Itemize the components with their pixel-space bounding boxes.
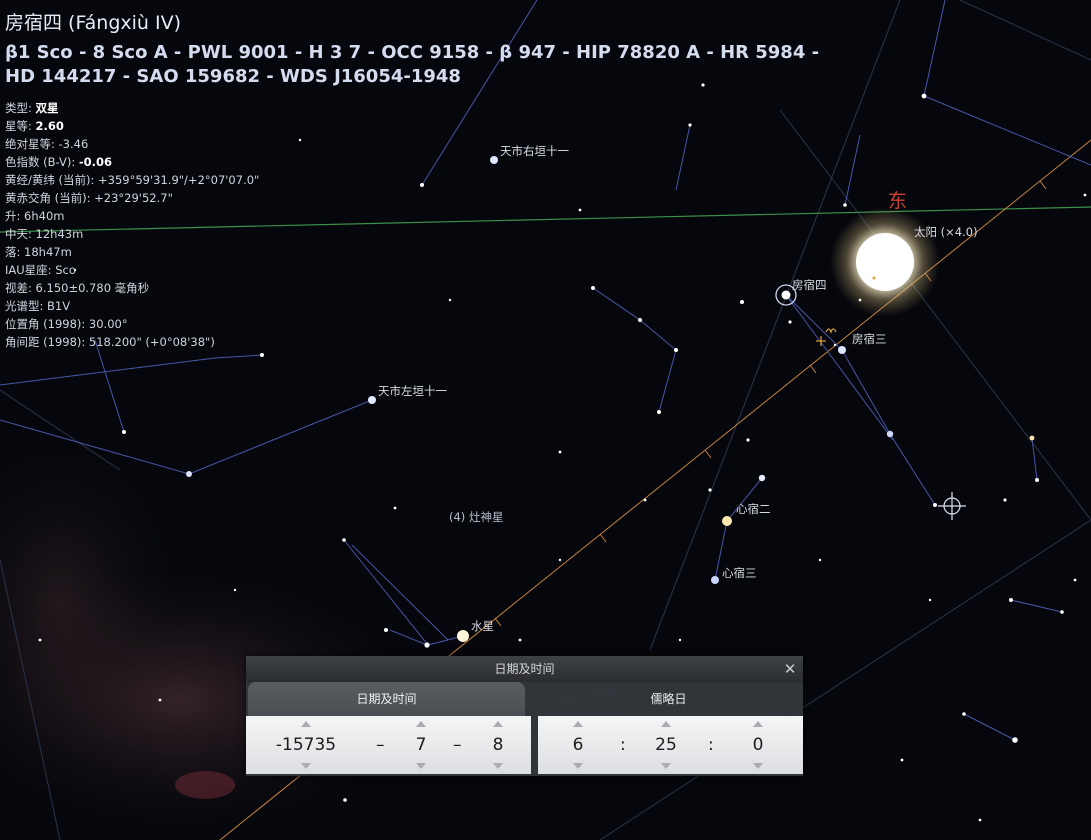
fang3-label: 房宿三 [852, 332, 887, 346]
transit-time: 中天: 12h43m [5, 227, 84, 241]
second-down-arrow-icon[interactable] [753, 763, 763, 769]
minute-up-arrow-icon[interactable] [661, 721, 671, 727]
color-index-line: 色指数 (B-V): -0.06 [5, 153, 835, 171]
day-spinner[interactable]: 8 [478, 716, 518, 774]
nebula-patch [175, 771, 235, 799]
set-time: 落: 18h47m [5, 245, 72, 259]
type-label: 类型: [5, 101, 36, 115]
year-down-arrow-icon[interactable] [301, 763, 311, 769]
mercury-label: 水星 [471, 619, 494, 633]
dialog-titlebar[interactable]: 日期及时间 ✕ [246, 656, 803, 682]
year-spinner[interactable]: -15735 [266, 716, 346, 774]
date-separator: – [453, 735, 462, 755]
date-separator: – [376, 735, 385, 755]
month-value[interactable]: 7 [401, 735, 441, 755]
dialog-tabs: 日期及时间 儒略日 [246, 682, 803, 716]
second-up-arrow-icon[interactable] [753, 721, 763, 727]
xin3-label: 心宿三 [722, 566, 757, 580]
day-up-arrow-icon[interactable] [493, 721, 503, 727]
magnitude-label: 星等: [5, 119, 36, 133]
month-up-arrow-icon[interactable] [416, 721, 426, 727]
second-spinner[interactable]: 0 [738, 716, 778, 774]
minute-value[interactable]: 25 [646, 735, 686, 755]
time-separator: : [620, 735, 626, 755]
hour-up-arrow-icon[interactable] [573, 721, 583, 727]
sun[interactable] [856, 233, 914, 291]
tianshi-left-label: 天市左垣十一 [378, 384, 447, 398]
month-spinner[interactable]: 7 [401, 716, 441, 774]
object-info-panel: 房宿四 (Fángxiù IV) β1 Sco - 8 Sco A - PWL … [5, 8, 835, 351]
position-angle: 位置角 (1998): 30.00° [5, 317, 128, 331]
tab-julian-day[interactable]: 儒略日 [536, 682, 801, 716]
east-direction-label: 东 [888, 190, 908, 212]
minute-spinner[interactable]: 25 [646, 716, 686, 774]
color-index-value: -0.06 [78, 155, 113, 169]
sun-marker [872, 276, 876, 280]
parallax: 视差: 6.150±0.780 毫角秒 [5, 281, 150, 295]
spectral-type: 光谱型: B1V [5, 299, 71, 313]
date-time-dialog: 日期及时间 ✕ 日期及时间 儒略日 -15735 – 7 – 8 6: 25 … [246, 656, 803, 776]
iau-constellation: IAU星座: Sco [5, 263, 76, 277]
angular-separation: 角间距 (1998): 518.200" (+0°08'38") [5, 335, 215, 349]
object-title: 房宿四 (Fángxiù IV) [5, 12, 182, 34]
crosshair-marker [938, 492, 966, 520]
day-value[interactable]: 8 [478, 735, 518, 755]
hour-spinner[interactable]: 6 [558, 716, 598, 774]
type-line: 类型: 双星 [5, 99, 835, 117]
time-separator: : [708, 735, 714, 755]
date-time-fields: -15735 – 7 – 8 6 : 25: 0 [246, 716, 803, 774]
object-details: 类型: 双星 星等: 2.60 绝对星等: -3.46 色指数 (B-V): -… [5, 99, 835, 351]
color-index-label: 色指数 (B-V): [5, 155, 79, 169]
date-box: -15735 – 7 – 8 [246, 716, 531, 774]
xin2-label: 心宿二 [736, 502, 771, 516]
second-value[interactable]: 0 [738, 735, 778, 755]
absolute-magnitude: 绝对星等: -3.46 [5, 137, 89, 151]
minute-down-arrow-icon[interactable] [661, 763, 671, 769]
object-designations: β1 Sco - 8 Sco A - PWL 9001 - H 3 7 - OC… [5, 42, 820, 87]
ecliptic-coordinates: 黄经/黄纬 (当前): +359°59'31.9"/+2°07'07.0" [5, 173, 260, 187]
vesta-label: (4) 灶神星 [449, 510, 504, 524]
year-value[interactable]: -15735 [266, 735, 346, 755]
type-value: 双星 [35, 101, 59, 115]
time-box: 6 : 25 : 0 [538, 716, 803, 774]
tab-date-time[interactable]: 日期及时间 [248, 682, 525, 716]
year-up-arrow-icon[interactable] [301, 721, 311, 727]
hour-down-arrow-icon[interactable] [573, 763, 583, 769]
obliquity: 黄赤交角 (当前): +23°29'52.7" [5, 191, 173, 205]
magnitude-line: 星等: 2.60 [5, 117, 835, 135]
month-down-arrow-icon[interactable] [416, 763, 426, 769]
dialog-title: 日期及时间 [494, 662, 555, 676]
hour-value[interactable]: 6 [558, 735, 598, 755]
day-down-arrow-icon[interactable] [493, 763, 503, 769]
sun-label: 太阳 (×4.0) [914, 225, 978, 239]
rise-time: 升: 6h40m [5, 209, 65, 223]
close-button[interactable]: ✕ [781, 660, 799, 678]
magnitude-value: 2.60 [35, 119, 64, 133]
